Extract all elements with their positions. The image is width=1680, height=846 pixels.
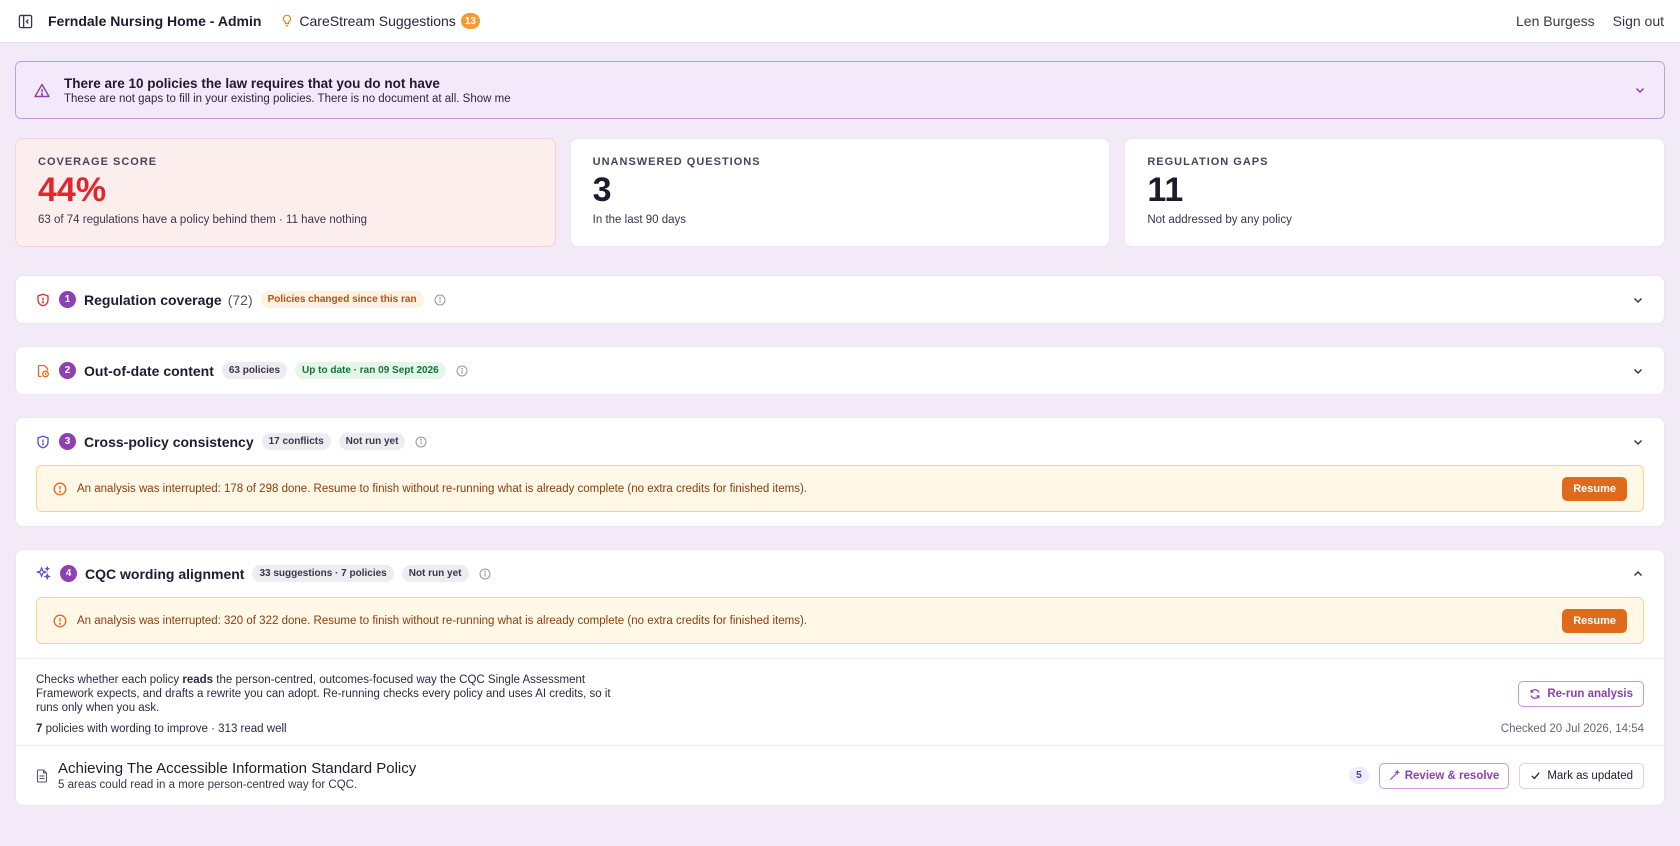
warning-text: An analysis was interrupted: 320 of 322 … (77, 614, 807, 627)
refresh-icon (1530, 689, 1540, 699)
chevron-up-icon (1633, 570, 1643, 576)
stat-value: 44% (38, 171, 107, 209)
suggestion-count-badge: 33 suggestions · 7 policies (252, 565, 394, 582)
alert-title: There are 10 policies the law requires t… (64, 75, 440, 91)
info-icon[interactable] (415, 436, 427, 448)
warning-text: An analysis was interrupted: 178 of 298 … (77, 482, 807, 495)
warning-triangle-icon (34, 83, 50, 97)
shield-check-icon (37, 435, 49, 448)
sidebar-toggle-icon[interactable] (16, 12, 34, 30)
file-clock-icon (37, 364, 49, 377)
section-header[interactable]: 1 Regulation coverage (72) Policies chan… (16, 276, 1664, 323)
status-badge: Policies changed since this ran (260, 291, 424, 308)
lightbulb-icon (283, 14, 292, 27)
status-badge: Not run yet (401, 565, 469, 582)
wand-icon (1389, 770, 1400, 781)
interrupted-warning: An analysis was interrupted: 320 of 322 … (36, 597, 1644, 644)
top-bar: Ferndale Nursing Home - Admin CareStream… (0, 0, 1680, 43)
suggestions-label: CareStream Suggestions (299, 13, 456, 29)
chevron-down-icon (1633, 439, 1643, 445)
chevron-down-icon (1633, 368, 1643, 374)
section-regulation-coverage: 1 Regulation coverage (72) Policies chan… (15, 275, 1665, 324)
resume-button[interactable]: Resume (1562, 608, 1627, 633)
section-cross-policy-consistency: 3 Cross-policy consistency 17 conflicts … (15, 417, 1665, 527)
stat-sub: Not addressed by any policy (1147, 214, 1292, 226)
sign-out-link[interactable]: Sign out (1613, 13, 1664, 29)
section-count: (72) (227, 291, 253, 308)
unanswered-questions-card: UNANSWERED QUESTIONS 3 In the last 90 da… (569, 138, 1111, 247)
stat-label: COVERAGE SCORE (38, 156, 158, 168)
info-icon[interactable] (434, 294, 446, 306)
section-out-of-date-content: 2 Out-of-date content 63 policies Up to … (15, 346, 1665, 395)
suggestions-count-badge: 13 (460, 13, 480, 29)
alert-subtitle: These are not gaps to fill in your exist… (64, 92, 511, 105)
resume-button[interactable]: Resume (1562, 476, 1627, 501)
section-number: 2 (59, 362, 76, 379)
info-icon[interactable] (479, 568, 491, 580)
interrupted-warning: An analysis was interrupted: 178 of 298 … (36, 465, 1644, 512)
rerun-analysis-button[interactable]: Re-run analysis (1518, 681, 1644, 707)
section-cqc-wording-alignment: 4 CQC wording alignment 33 suggestions ·… (15, 549, 1665, 806)
section-header[interactable]: 3 Cross-policy consistency 17 conflicts … (16, 418, 1664, 465)
suggestions-link[interactable]: CareStream Suggestions 13 (281, 13, 480, 29)
stat-sub: 63 of 74 regulations have a policy behin… (38, 214, 368, 226)
section-header[interactable]: 4 CQC wording alignment 33 suggestions ·… (16, 550, 1664, 597)
checked-timestamp: Checked 20 Jul 2026, 14:54 (1500, 723, 1644, 735)
policy-count-badge: 63 policies (221, 362, 288, 379)
shield-alert-icon (37, 293, 49, 306)
section-number: 3 (59, 433, 76, 450)
chevron-down-icon (1635, 87, 1645, 94)
sparkles-icon (36, 566, 51, 581)
conflict-count-badge: 17 conflicts (261, 433, 331, 450)
user-name[interactable]: Len Burgess (1516, 13, 1595, 29)
section-title: Regulation coverage (84, 291, 222, 308)
stat-label: UNANSWERED QUESTIONS (592, 156, 761, 168)
mark-as-updated-button[interactable]: Mark as updated (1519, 762, 1644, 789)
missing-policies-alert[interactable]: There are 10 policies the law requires t… (15, 61, 1665, 119)
policy-summary: 7 policies with wording to improve · 313… (36, 723, 287, 735)
chevron-down-icon (1633, 297, 1643, 303)
regulation-gaps-card: REGULATION GAPS 11 Not addressed by any … (1124, 138, 1666, 247)
section-description: Checks whether each policy reads the per… (36, 674, 611, 714)
section-title: CQC wording alignment (85, 565, 245, 582)
coverage-score-card: COVERAGE SCORE 44% 63 of 74 regulations … (15, 138, 556, 247)
document-icon (36, 768, 48, 783)
check-icon (1531, 772, 1540, 780)
policy-row: Achieving The Accessible Information Sta… (16, 745, 1664, 805)
status-badge: Not run yet (338, 433, 406, 450)
app-title: Ferndale Nursing Home - Admin (48, 13, 262, 29)
section-number: 4 (60, 565, 77, 582)
stat-value: 11 (1147, 171, 1184, 209)
section-number: 1 (59, 291, 76, 308)
section-title: Cross-policy consistency (84, 433, 254, 450)
area-count-badge: 5 (1349, 767, 1369, 784)
stat-value: 3 (592, 171, 612, 209)
stat-sub: In the last 90 days (592, 214, 687, 226)
alert-circle-icon (53, 614, 67, 627)
review-resolve-button[interactable]: Review & resolve (1378, 762, 1510, 789)
info-icon[interactable] (456, 365, 468, 377)
section-header[interactable]: 2 Out-of-date content 63 policies Up to … (16, 347, 1664, 394)
status-badge: Up to date · ran 09 Sept 2026 (295, 362, 446, 379)
stat-label: REGULATION GAPS (1147, 156, 1269, 168)
alert-circle-icon (53, 482, 67, 495)
section-title: Out-of-date content (84, 362, 214, 379)
policy-subtitle: 5 areas could read in a more person-cent… (58, 779, 358, 791)
policy-title[interactable]: Achieving The Accessible Information Sta… (58, 760, 416, 777)
